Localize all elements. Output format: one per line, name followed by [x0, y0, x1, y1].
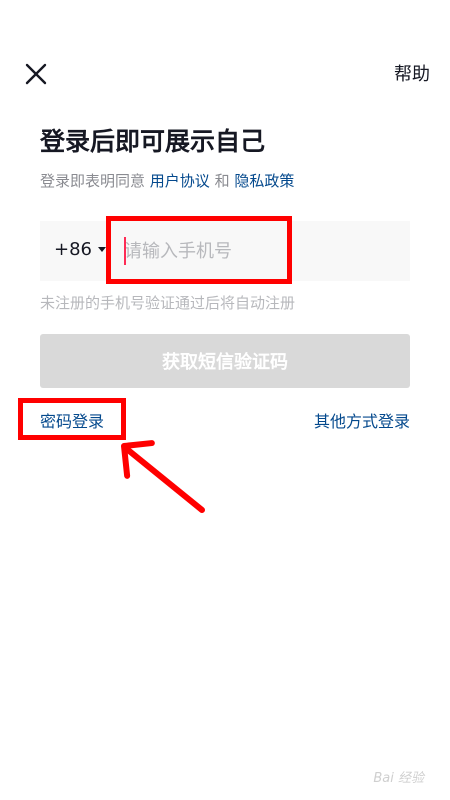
get-sms-code-button[interactable]: 获取短信验证码 — [40, 334, 410, 388]
baidu-watermark-logo: Bai 经验 — [373, 771, 424, 786]
privacy-policy-link[interactable]: 隐私政策 — [234, 172, 294, 190]
close-icon — [25, 63, 47, 85]
country-code-label: +86 — [54, 239, 92, 260]
annotation-arrow-icon — [121, 440, 205, 513]
agreement-text: 登录即表明同意 用户协议 和 隐私政策 — [40, 170, 294, 192]
close-button[interactable] — [24, 62, 48, 86]
phone-field-container: +86 — [40, 221, 410, 281]
country-code-selector[interactable]: +86 — [54, 239, 106, 260]
other-login-link[interactable]: 其他方式登录 — [314, 408, 410, 432]
user-agreement-link[interactable]: 用户协议 — [150, 172, 210, 190]
phone-input[interactable] — [124, 235, 394, 267]
password-login-link[interactable]: 密码登录 — [40, 408, 104, 432]
caret-down-icon — [98, 247, 106, 252]
agreement-and: 和 — [214, 172, 230, 190]
agreement-prefix: 登录即表明同意 — [40, 172, 146, 190]
register-hint: 未注册的手机号验证通过后将自动注册 — [40, 294, 296, 312]
page-title: 登录后即可展示自己 — [40, 127, 266, 156]
text-cursor — [124, 237, 126, 265]
help-link[interactable]: 帮助 — [394, 60, 430, 86]
